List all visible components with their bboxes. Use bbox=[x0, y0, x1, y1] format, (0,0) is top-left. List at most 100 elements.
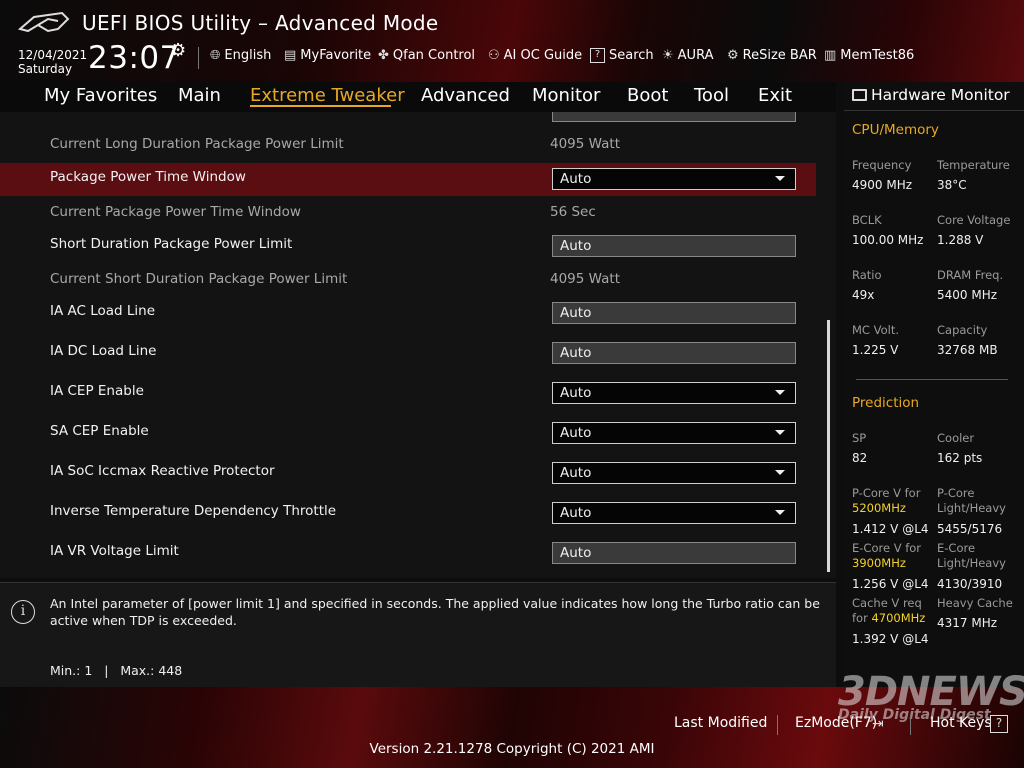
tab-extreme-tweaker[interactable]: Extreme Tweaker bbox=[250, 85, 405, 106]
setting-row[interactable]: IA SoC Iccmax Reactive Protector Auto bbox=[0, 459, 816, 489]
setting-label: IA SoC Iccmax Reactive Protector bbox=[50, 463, 275, 479]
core-voltage-label: Core Voltage bbox=[937, 213, 1011, 227]
setting-row[interactable]: IA DC Load Line Auto bbox=[0, 339, 816, 369]
search-label: Search bbox=[609, 48, 654, 63]
mc-volt-value: 1.225 V bbox=[852, 343, 899, 357]
setting-row[interactable]: Inverse Temperature Dependency Throttle … bbox=[0, 499, 816, 529]
setting-value: 4095 Watt bbox=[550, 136, 620, 152]
hardware-monitor-title: Hardware Monitor bbox=[852, 86, 1010, 104]
capacity-value: 32768 MB bbox=[937, 343, 998, 357]
footer-divider bbox=[777, 715, 778, 735]
memtest86-button[interactable]: ▥ MemTest86 bbox=[824, 48, 914, 63]
aura-label: AURA bbox=[677, 48, 714, 63]
prediction-heading: Prediction bbox=[852, 395, 920, 411]
aura-button[interactable]: ☀ AURA bbox=[662, 48, 713, 63]
ratio-label: Ratio bbox=[852, 268, 882, 282]
last-modified-button[interactable]: Last Modified bbox=[674, 715, 767, 731]
cache-v-value: 1.392 V @L4 bbox=[852, 632, 929, 646]
setting-label: Current Long Duration Package Power Limi… bbox=[50, 136, 344, 152]
ezmode-exit-icon[interactable]: ⇥ bbox=[872, 716, 888, 732]
footer-bar: 3DNEWS Daily Digital Digest Last Modifie… bbox=[0, 669, 1024, 768]
ia-vr-voltage-limit-field[interactable]: Auto bbox=[552, 542, 796, 564]
ezmode-button[interactable]: EzMode(F7) bbox=[795, 715, 877, 731]
help-range: Min.: 1 | Max.: 448 bbox=[50, 663, 183, 678]
day-label: Saturday bbox=[18, 62, 73, 76]
dram-freq-label: DRAM Freq. bbox=[937, 268, 1004, 282]
iccmax-reactive-protector-dropdown[interactable]: Auto bbox=[552, 462, 796, 484]
ratio-value: 49x bbox=[852, 288, 875, 302]
qfan-label: Qfan Control bbox=[392, 48, 476, 63]
sa-cep-enable-dropdown[interactable]: Auto bbox=[552, 422, 796, 444]
setting-row: Current Package Power Time Window 56 Sec bbox=[0, 202, 816, 226]
inverse-temp-throttle-dropdown[interactable]: Auto bbox=[552, 502, 796, 524]
version-info: Version 2.21.1278 Copyright (C) 2021 AMI bbox=[369, 741, 655, 757]
tab-my-favorites[interactable]: My Favorites bbox=[44, 85, 157, 106]
ia-dc-load-line-field[interactable]: Auto bbox=[552, 342, 796, 364]
fan-icon: ✤ bbox=[378, 48, 389, 63]
tab-exit[interactable]: Exit bbox=[758, 85, 792, 106]
ecore-lh-value: 4130/3910 bbox=[937, 577, 1003, 591]
search-button[interactable]: ? Search bbox=[590, 48, 654, 63]
settings-scrollbar[interactable] bbox=[827, 320, 830, 572]
field-value: Auto bbox=[560, 305, 592, 321]
pcore-lh-value: 5455/5176 bbox=[937, 522, 1003, 536]
myfavorite-label: MyFavorite bbox=[300, 48, 372, 63]
setting-row: Current Long Duration Package Power Limi… bbox=[0, 134, 816, 158]
globe-icon: 🌐︎ bbox=[210, 48, 221, 63]
cpu-memory-heading: CPU/Memory bbox=[852, 122, 939, 138]
field-value: Auto bbox=[560, 345, 592, 361]
setting-label: Short Duration Package Power Limit bbox=[50, 236, 293, 252]
setting-row[interactable]: Short Duration Package Power Limit Auto bbox=[0, 232, 816, 262]
pcore-v-label-text: P-Core V for bbox=[852, 486, 921, 500]
clock-settings-gear-icon[interactable]: ⚙ bbox=[170, 40, 186, 61]
setting-row-selected[interactable]: Package Power Time Window Auto bbox=[0, 163, 816, 196]
ecore-v-freq: 3900MHz bbox=[852, 556, 906, 570]
setting-label: Current Short Duration Package Power Lim… bbox=[50, 271, 348, 287]
setting-row[interactable]: SA CEP Enable Auto bbox=[0, 419, 816, 449]
chevron-down-icon bbox=[775, 430, 785, 435]
qfan-control-button[interactable]: ✤ Qfan Control bbox=[378, 48, 475, 63]
tab-monitor[interactable]: Monitor bbox=[532, 85, 600, 106]
language-button[interactable]: 🌐︎ English bbox=[210, 48, 271, 63]
ai-oc-guide-button[interactable]: ⚇ AI OC Guide bbox=[488, 48, 582, 63]
hot-keys-help-icon[interactable]: ? bbox=[990, 715, 1008, 733]
tab-tool[interactable]: Tool bbox=[694, 85, 729, 106]
setting-row[interactable]: IA AC Load Line Auto bbox=[0, 299, 816, 329]
hw-title-divider bbox=[844, 110, 1024, 111]
setting-label: IA VR Voltage Limit bbox=[50, 543, 179, 559]
resize-bar-button[interactable]: ⚙ ReSize BAR bbox=[727, 48, 817, 63]
ai-guide-icon: ⚇ bbox=[488, 48, 500, 63]
myfavorite-button[interactable]: ▤ MyFavorite bbox=[284, 48, 371, 63]
ecore-lh-label: E-Core Light/Heavy bbox=[937, 541, 1006, 571]
memtest86-label: MemTest86 bbox=[840, 48, 915, 63]
ecore-v-value: 1.256 V @L4 bbox=[852, 577, 929, 591]
resize-bar-label: ReSize BAR bbox=[742, 48, 817, 63]
short-duration-power-limit-field[interactable]: Auto bbox=[552, 235, 796, 257]
setting-label: IA DC Load Line bbox=[50, 343, 157, 359]
bclk-label: BCLK bbox=[852, 213, 882, 227]
frequency-label: Frequency bbox=[852, 158, 912, 172]
setting-label: IA AC Load Line bbox=[50, 303, 156, 319]
hot-keys-button[interactable]: Hot Keys bbox=[930, 715, 992, 731]
setting-row[interactable]: IA VR Voltage Limit Auto bbox=[0, 539, 816, 569]
dram-freq-value: 5400 MHz bbox=[937, 288, 998, 302]
setting-row[interactable]: IA CEP Enable Auto bbox=[0, 379, 816, 409]
header-divider bbox=[198, 47, 199, 69]
active-tab-underline bbox=[250, 105, 391, 107]
cutoff-field[interactable] bbox=[552, 112, 796, 122]
cache-v-label: Cache V req for 4700MHz bbox=[852, 596, 925, 626]
ia-cep-enable-dropdown[interactable]: Auto bbox=[552, 382, 796, 404]
setting-label: Current Package Power Time Window bbox=[50, 204, 301, 220]
ia-ac-load-line-field[interactable]: Auto bbox=[552, 302, 796, 324]
chevron-down-icon bbox=[775, 390, 785, 395]
frequency-value: 4900 MHz bbox=[852, 178, 913, 192]
tab-boot[interactable]: Boot bbox=[627, 85, 668, 106]
package-power-time-window-dropdown[interactable]: Auto bbox=[552, 168, 796, 190]
dropdown-value: Auto bbox=[560, 465, 592, 481]
ecore-v-label: E-Core V for 3900MHz bbox=[852, 541, 921, 571]
help-description: An Intel parameter of [power limit 1] an… bbox=[50, 596, 820, 628]
tab-main[interactable]: Main bbox=[178, 85, 221, 106]
memtest-icon: ▥ bbox=[824, 48, 837, 63]
tab-advanced[interactable]: Advanced bbox=[421, 85, 510, 106]
setting-label: Inverse Temperature Dependency Throttle bbox=[50, 503, 337, 519]
